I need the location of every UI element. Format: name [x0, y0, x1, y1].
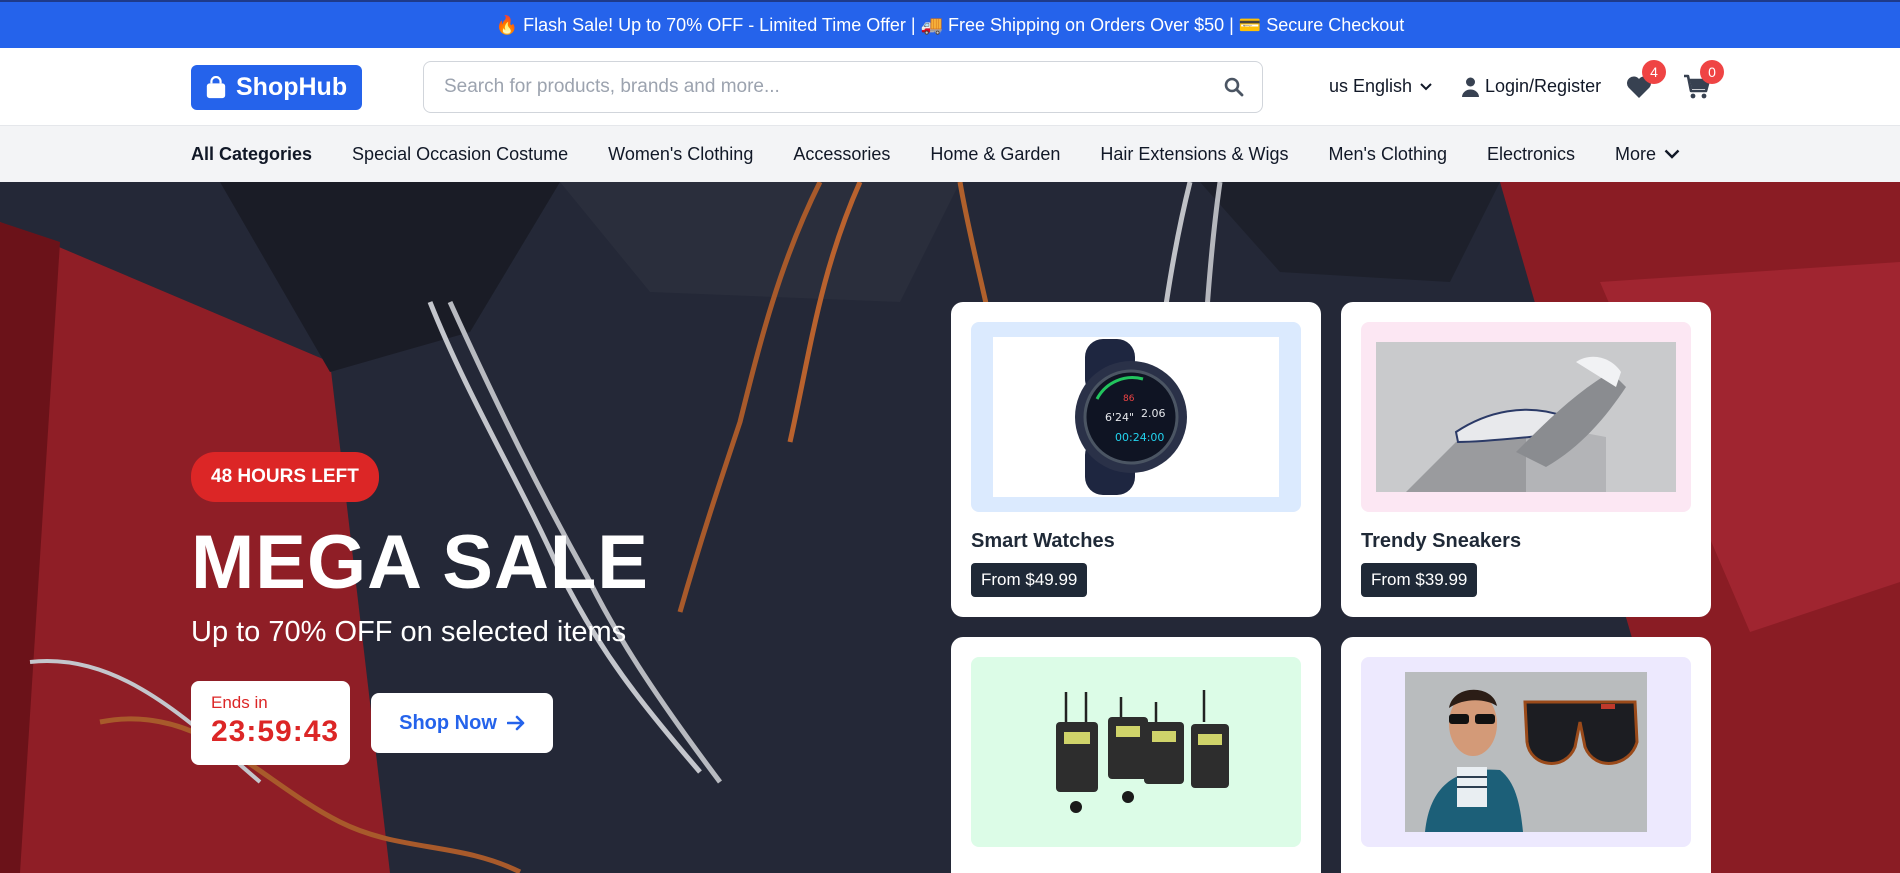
chevron-down-icon: [1420, 82, 1432, 90]
chevron-down-icon: [1664, 149, 1680, 159]
category-nav: All Categories Special Occasion Costume …: [0, 126, 1900, 182]
cart-button[interactable]: 0: [1682, 60, 1724, 102]
wireless-microphone-image: [1056, 690, 1229, 813]
svg-text:86: 86: [1123, 394, 1135, 404]
svg-text:00:24:00: 00:24:00: [1115, 431, 1164, 444]
category-accessories[interactable]: Accessories: [793, 144, 890, 165]
language-label: us English: [1329, 76, 1413, 96]
hero-content: 48 HOURS LEFT MEGA SALE Up to 70% OFF on…: [191, 452, 649, 765]
shop-now-button[interactable]: Shop Now: [371, 693, 553, 753]
smartwatch-image: 86 6'24" 2.06 00:24:00: [993, 337, 1279, 497]
category-all[interactable]: All Categories: [191, 144, 312, 165]
sunglasses-model-image: [1405, 672, 1647, 832]
search-icon[interactable]: [1222, 75, 1246, 99]
category-more[interactable]: More: [1615, 144, 1680, 165]
product-card[interactable]: 86 6'24" 2.06 00:24:00 Smart Watches Fro…: [951, 302, 1321, 617]
shopping-bag-icon: [206, 75, 226, 98]
language-selector[interactable]: us English: [1329, 76, 1432, 97]
countdown-timer: Ends in 23:59:43: [191, 681, 350, 765]
hero-title: MEGA SALE: [191, 520, 649, 605]
timer-value: 23:59:43: [211, 715, 340, 748]
search-bar: [423, 61, 1263, 113]
product-title: Trendy Sneakers: [1361, 530, 1522, 552]
announcement-text: 🔥 Flash Sale! Up to 70% OFF - Limited Ti…: [495, 14, 1405, 35]
product-card[interactable]: [951, 637, 1321, 873]
sneakers-image: [1376, 342, 1676, 492]
svg-text:6'24": 6'24": [1105, 411, 1134, 424]
category-hair-extensions[interactable]: Hair Extensions & Wigs: [1100, 144, 1288, 165]
category-womens-clothing[interactable]: Women's Clothing: [608, 144, 753, 165]
product-image-frame: [1361, 657, 1691, 847]
category-mens-clothing[interactable]: Men's Clothing: [1328, 144, 1447, 165]
login-label: Login/Register: [1485, 76, 1602, 96]
product-title: Smart Watches: [971, 530, 1115, 552]
product-image-frame: [971, 657, 1301, 847]
product-price-badge: From $39.99: [1361, 563, 1478, 597]
shop-now-label: Shop Now: [399, 711, 497, 734]
hero-banner: 48 HOURS LEFT MEGA SALE Up to 70% OFF on…: [0, 182, 1900, 873]
category-special-occasion-costume[interactable]: Special Occasion Costume: [352, 144, 568, 165]
search-input[interactable]: [444, 76, 1222, 98]
category-home-garden[interactable]: Home & Garden: [930, 144, 1060, 165]
site-header: ShopHub us English Login/Register 4 0: [0, 48, 1900, 126]
product-card[interactable]: Trendy Sneakers From $39.99: [1341, 302, 1711, 617]
wishlist-count-badge: 4: [1642, 60, 1666, 84]
timer-label: Ends in: [211, 693, 268, 712]
cart-count-badge: 0: [1700, 60, 1724, 84]
product-image-frame: 86 6'24" 2.06 00:24:00: [971, 322, 1301, 512]
user-icon: [1462, 77, 1479, 97]
announcement-bar: 🔥 Flash Sale! Up to 70% OFF - Limited Ti…: [0, 0, 1900, 48]
login-register-link[interactable]: Login/Register: [1462, 76, 1601, 97]
product-price-badge: From $49.99: [971, 563, 1088, 597]
arrow-right-icon: [506, 715, 525, 731]
hero-subtitle: Up to 70% OFF on selected items: [191, 616, 627, 648]
countdown-badge: 48 HOURS LEFT: [191, 452, 379, 502]
more-label: More: [1615, 143, 1657, 164]
product-card[interactable]: [1341, 637, 1711, 873]
wishlist-button[interactable]: 4: [1624, 60, 1666, 102]
category-electronics[interactable]: Electronics: [1487, 144, 1575, 165]
logo[interactable]: ShopHub: [191, 65, 362, 110]
product-image-frame: [1361, 322, 1691, 512]
svg-text:2.06: 2.06: [1141, 407, 1166, 420]
logo-text: ShopHub: [236, 73, 348, 101]
